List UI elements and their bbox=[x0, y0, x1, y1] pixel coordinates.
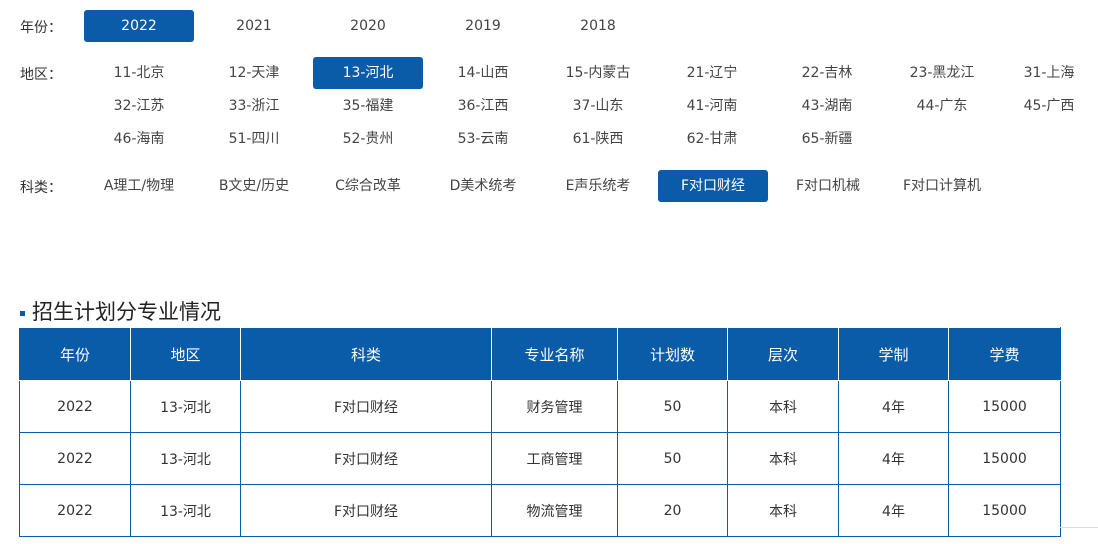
cell-year: 2022 bbox=[19, 484, 131, 537]
region-option[interactable]: 43-湖南 bbox=[772, 90, 882, 122]
region-option[interactable]: 37-山东 bbox=[543, 90, 653, 122]
cell-level: 本科 bbox=[727, 432, 839, 485]
category-option-selected[interactable]: F对口财经 bbox=[658, 170, 768, 202]
region-option[interactable]: 22-吉林 bbox=[772, 57, 882, 89]
category-option[interactable]: E声乐统考 bbox=[543, 170, 653, 202]
year-filter-label: 年份： bbox=[20, 20, 62, 36]
column-header-tuition: 学费 bbox=[948, 327, 1061, 381]
cell-region: 13-河北 bbox=[130, 380, 241, 433]
cell-region: 13-河北 bbox=[130, 432, 241, 485]
column-header-category: 科类 bbox=[240, 327, 492, 381]
table-row: 2022 13-河北 F对口财经 工商管理 50 本科 4年 15000 bbox=[19, 432, 1061, 485]
table-header-row: 年份 地区 科类 专业名称 计划数 层次 学制 学费 bbox=[19, 327, 1061, 381]
category-option[interactable]: F对口计算机 bbox=[887, 170, 997, 202]
table-row: 2022 13-河北 F对口财经 财务管理 50 本科 4年 15000 bbox=[19, 380, 1061, 433]
region-option[interactable]: 11-北京 bbox=[84, 57, 194, 89]
category-option[interactable]: C综合改革 bbox=[313, 170, 423, 202]
cell-tuition: 15000 bbox=[948, 484, 1061, 537]
region-option[interactable]: 21-辽宁 bbox=[657, 57, 767, 89]
enrollment-plan-table: 年份 地区 科类 专业名称 计划数 层次 学制 学费 2022 13-河北 F对… bbox=[19, 327, 1061, 537]
region-option[interactable]: 53-云南 bbox=[428, 123, 538, 155]
region-option[interactable]: 61-陕西 bbox=[543, 123, 653, 155]
column-header-year: 年份 bbox=[19, 327, 131, 381]
column-header-duration: 学制 bbox=[838, 327, 949, 381]
section-heading: 招生计划分专业情况 bbox=[20, 296, 221, 326]
region-option[interactable]: 36-江西 bbox=[428, 90, 538, 122]
cell-major: 物流管理 bbox=[491, 484, 618, 537]
category-filter-label: 科类： bbox=[20, 180, 62, 196]
region-option[interactable]: 41-河南 bbox=[657, 90, 767, 122]
region-option[interactable]: 33-浙江 bbox=[199, 90, 309, 122]
cell-major: 财务管理 bbox=[491, 380, 618, 433]
table-row: 2022 13-河北 F对口财经 物流管理 20 本科 4年 15000 bbox=[19, 484, 1061, 537]
cell-level: 本科 bbox=[727, 380, 839, 433]
cell-region: 13-河北 bbox=[130, 484, 241, 537]
cell-level: 本科 bbox=[727, 484, 839, 537]
section-title-text: 招生计划分专业情况 bbox=[32, 300, 221, 324]
cell-category: F对口财经 bbox=[240, 484, 492, 537]
region-option[interactable]: 23-黑龙江 bbox=[887, 57, 997, 89]
category-option[interactable]: D美术统考 bbox=[428, 170, 538, 202]
year-option-2022[interactable]: 2022 bbox=[84, 10, 194, 42]
bullet-marker-icon bbox=[20, 310, 25, 316]
region-option[interactable]: 35-福建 bbox=[313, 90, 423, 122]
cell-category: F对口财经 bbox=[240, 380, 492, 433]
region-option[interactable]: 15-内蒙古 bbox=[543, 57, 653, 89]
cell-plan-count: 20 bbox=[617, 484, 728, 537]
cell-tuition: 15000 bbox=[948, 432, 1061, 485]
cell-plan-count: 50 bbox=[617, 432, 728, 485]
region-option[interactable]: 14-山西 bbox=[428, 57, 538, 89]
column-header-region: 地区 bbox=[130, 327, 241, 381]
cell-tuition: 15000 bbox=[948, 380, 1061, 433]
region-option[interactable]: 51-四川 bbox=[199, 123, 309, 155]
cell-duration: 4年 bbox=[838, 380, 949, 433]
cell-year: 2022 bbox=[19, 432, 131, 485]
cell-plan-count: 50 bbox=[617, 380, 728, 433]
year-option-2018[interactable]: 2018 bbox=[543, 10, 653, 42]
column-header-major: 专业名称 bbox=[491, 327, 618, 381]
cell-duration: 4年 bbox=[838, 432, 949, 485]
category-option[interactable]: A理工/物理 bbox=[84, 170, 194, 202]
year-option-2019[interactable]: 2019 bbox=[428, 10, 538, 42]
category-option[interactable]: F对口机械 bbox=[773, 170, 883, 202]
region-option[interactable]: 65-新疆 bbox=[772, 123, 882, 155]
year-option-2021[interactable]: 2021 bbox=[199, 10, 309, 42]
cell-year: 2022 bbox=[19, 380, 131, 433]
region-option[interactable]: 46-海南 bbox=[84, 123, 194, 155]
region-option-selected[interactable]: 13-河北 bbox=[313, 57, 423, 89]
cell-duration: 4年 bbox=[838, 484, 949, 537]
region-option[interactable]: 45-广西 bbox=[1002, 90, 1096, 122]
year-option-2020[interactable]: 2020 bbox=[313, 10, 423, 42]
column-header-level: 层次 bbox=[727, 327, 839, 381]
region-option[interactable]: 52-贵州 bbox=[313, 123, 423, 155]
region-option[interactable]: 62-甘肃 bbox=[657, 123, 767, 155]
category-option[interactable]: B文史/历史 bbox=[199, 170, 309, 202]
cell-category: F对口财经 bbox=[240, 432, 492, 485]
divider bbox=[1060, 527, 1098, 528]
cell-major: 工商管理 bbox=[491, 432, 618, 485]
region-option[interactable]: 12-天津 bbox=[199, 57, 309, 89]
region-option[interactable]: 32-江苏 bbox=[84, 90, 194, 122]
region-option[interactable]: 31-上海 bbox=[1002, 57, 1096, 89]
region-option[interactable]: 44-广东 bbox=[887, 90, 997, 122]
column-header-plan-count: 计划数 bbox=[617, 327, 728, 381]
region-filter-label: 地区： bbox=[20, 67, 62, 83]
